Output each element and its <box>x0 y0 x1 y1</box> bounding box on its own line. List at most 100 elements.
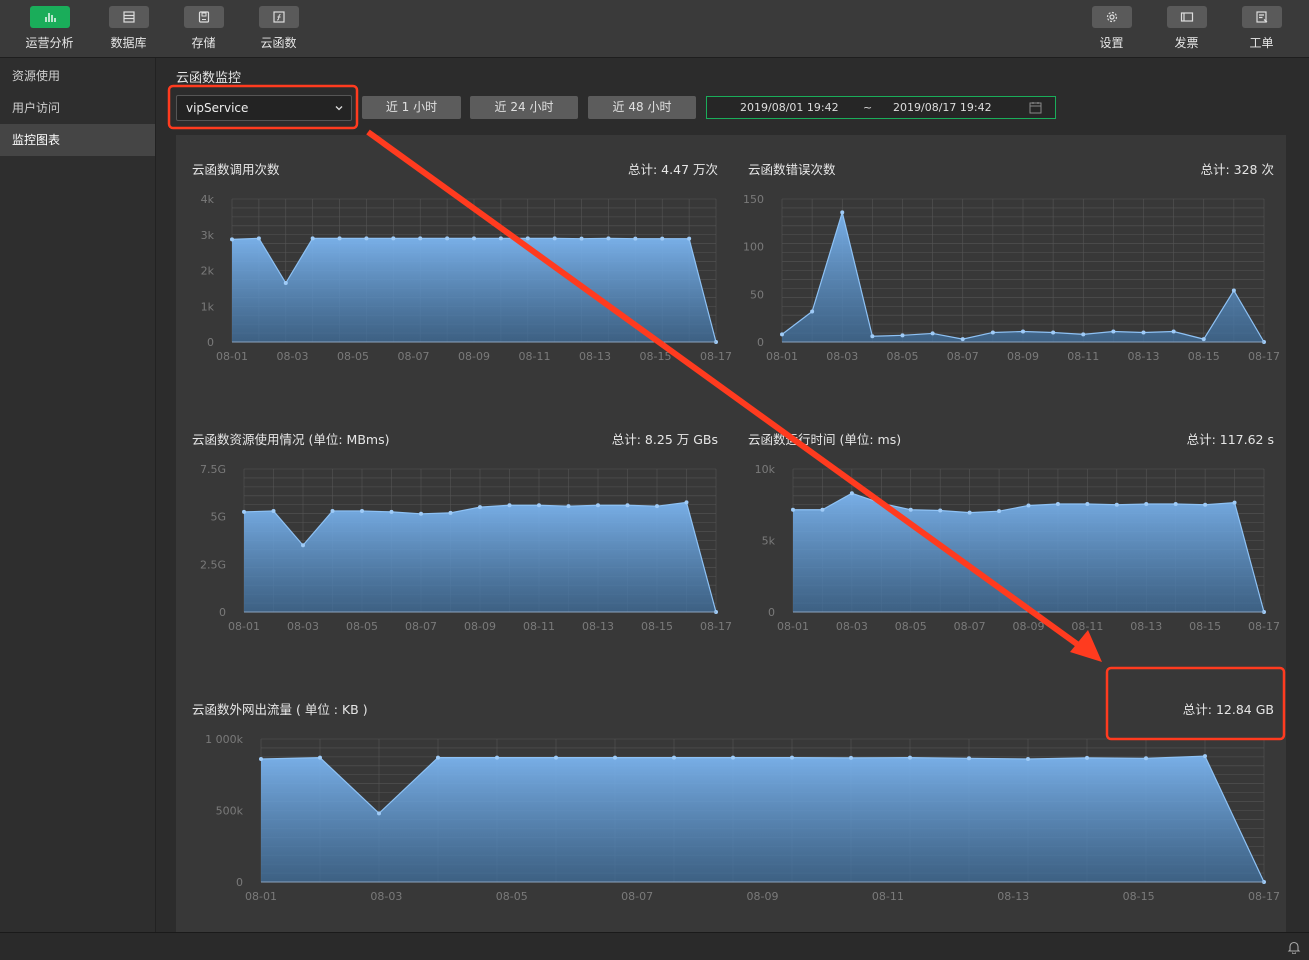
data-point[interactable] <box>1203 502 1208 507</box>
data-point[interactable] <box>780 332 784 337</box>
data-point[interactable] <box>1201 337 1206 342</box>
data-point[interactable] <box>1141 330 1146 335</box>
data-point[interactable] <box>1144 502 1149 507</box>
data-point[interactable] <box>908 755 912 760</box>
data-point[interactable] <box>870 334 875 339</box>
data-point[interactable] <box>1085 755 1089 760</box>
data-point[interactable] <box>613 755 617 760</box>
sidebar-item-user-access[interactable]: 用户访问 <box>0 92 155 124</box>
data-point[interactable] <box>633 236 638 241</box>
data-point[interactable] <box>418 236 423 241</box>
data-point[interactable] <box>566 504 571 509</box>
data-point[interactable] <box>230 237 234 242</box>
data-point[interactable] <box>445 236 450 241</box>
data-point[interactable] <box>1055 502 1060 507</box>
data-point[interactable] <box>301 543 305 548</box>
range-48h-button[interactable]: 近 48 小时 <box>588 96 696 119</box>
data-point[interactable] <box>318 755 322 760</box>
data-point[interactable] <box>930 331 935 336</box>
data-point[interactable] <box>849 491 854 496</box>
data-point[interactable] <box>1026 757 1030 762</box>
data-point[interactable] <box>1085 502 1090 507</box>
data-point[interactable] <box>1026 503 1031 508</box>
toolbar-cloud-function-button[interactable]: 云函数 <box>241 6 316 54</box>
data-point[interactable] <box>684 500 689 505</box>
data-point[interactable] <box>820 507 825 512</box>
data-point[interactable] <box>1173 502 1178 507</box>
data-point[interactable] <box>537 503 541 508</box>
data-point[interactable] <box>554 755 558 760</box>
range-1h-button[interactable]: 近 1 小时 <box>362 96 461 119</box>
data-point[interactable] <box>938 508 943 513</box>
toolbar-settings-button[interactable]: 设置 <box>1074 6 1149 54</box>
data-point[interactable] <box>790 755 794 760</box>
x-tick-label: 08-17 <box>700 350 732 363</box>
data-point[interactable] <box>283 281 288 286</box>
data-point[interactable] <box>495 755 499 760</box>
data-point[interactable] <box>419 511 423 516</box>
data-point[interactable] <box>1021 329 1025 334</box>
data-point[interactable] <box>507 503 512 508</box>
data-point[interactable] <box>849 755 853 760</box>
sidebar-item-monitoring-charts[interactable]: 监控图表 <box>0 124 155 156</box>
data-point[interactable] <box>525 236 530 241</box>
data-point[interactable] <box>606 236 611 241</box>
bell-icon[interactable] <box>1287 940 1301 954</box>
toolbar-operations-analysis-button[interactable]: 运营分析 <box>12 6 87 54</box>
data-point[interactable] <box>552 236 557 241</box>
date-range-picker[interactable]: 2019/08/01 19:42 ~ 2019/08/17 19:42 <box>706 96 1056 119</box>
data-point[interactable] <box>879 501 884 506</box>
data-point[interactable] <box>360 508 364 513</box>
function-select[interactable]: vipService <box>176 95 352 121</box>
data-point[interactable] <box>967 510 972 515</box>
data-point[interactable] <box>498 236 503 241</box>
data-point[interactable] <box>687 236 692 241</box>
data-point[interactable] <box>1203 754 1207 759</box>
data-point[interactable] <box>389 509 394 514</box>
data-point[interactable] <box>1051 330 1056 335</box>
toolbar-storage-button[interactable]: 存储 <box>166 6 241 54</box>
data-point[interactable] <box>337 236 342 241</box>
data-point[interactable] <box>672 755 676 760</box>
data-point[interactable] <box>997 509 1002 514</box>
data-point[interactable] <box>840 210 845 215</box>
data-point[interactable] <box>364 236 369 241</box>
data-point[interactable] <box>908 507 913 512</box>
data-point[interactable] <box>960 337 965 342</box>
data-point[interactable] <box>1114 502 1119 507</box>
data-point[interactable] <box>579 236 584 241</box>
data-point[interactable] <box>391 236 396 241</box>
data-point[interactable] <box>990 330 995 335</box>
toolbar-ticket-button[interactable]: 工单 <box>1224 6 1299 54</box>
toolbar-invoice-button[interactable]: 发票 <box>1149 6 1224 54</box>
data-point[interactable] <box>472 236 476 241</box>
data-point[interactable] <box>1171 329 1176 334</box>
data-point[interactable] <box>900 333 905 338</box>
data-point[interactable] <box>731 755 735 760</box>
data-point[interactable] <box>256 236 261 241</box>
data-point[interactable] <box>1232 500 1237 505</box>
data-point[interactable] <box>655 504 659 509</box>
data-point[interactable] <box>478 505 482 510</box>
data-point[interactable] <box>259 757 263 762</box>
data-point[interactable] <box>1081 332 1086 337</box>
data-point[interactable] <box>660 236 665 241</box>
data-point[interactable] <box>596 503 600 508</box>
data-point[interactable] <box>271 508 276 513</box>
data-point[interactable] <box>1111 329 1116 334</box>
sidebar-item-resource-usage[interactable]: 资源使用 <box>0 60 155 92</box>
data-point[interactable] <box>625 503 630 508</box>
data-point[interactable] <box>330 508 335 513</box>
data-point[interactable] <box>377 811 381 816</box>
data-point[interactable] <box>810 309 815 314</box>
data-point[interactable] <box>1144 756 1148 761</box>
range-24h-button[interactable]: 近 24 小时 <box>470 96 578 119</box>
data-point[interactable] <box>791 507 795 512</box>
data-point[interactable] <box>1231 288 1236 293</box>
data-point[interactable] <box>448 510 453 515</box>
data-point[interactable] <box>436 755 440 760</box>
data-point[interactable] <box>242 509 246 514</box>
toolbar-database-button[interactable]: 数据库 <box>91 6 166 54</box>
data-point[interactable] <box>310 236 315 241</box>
data-point[interactable] <box>967 756 971 761</box>
